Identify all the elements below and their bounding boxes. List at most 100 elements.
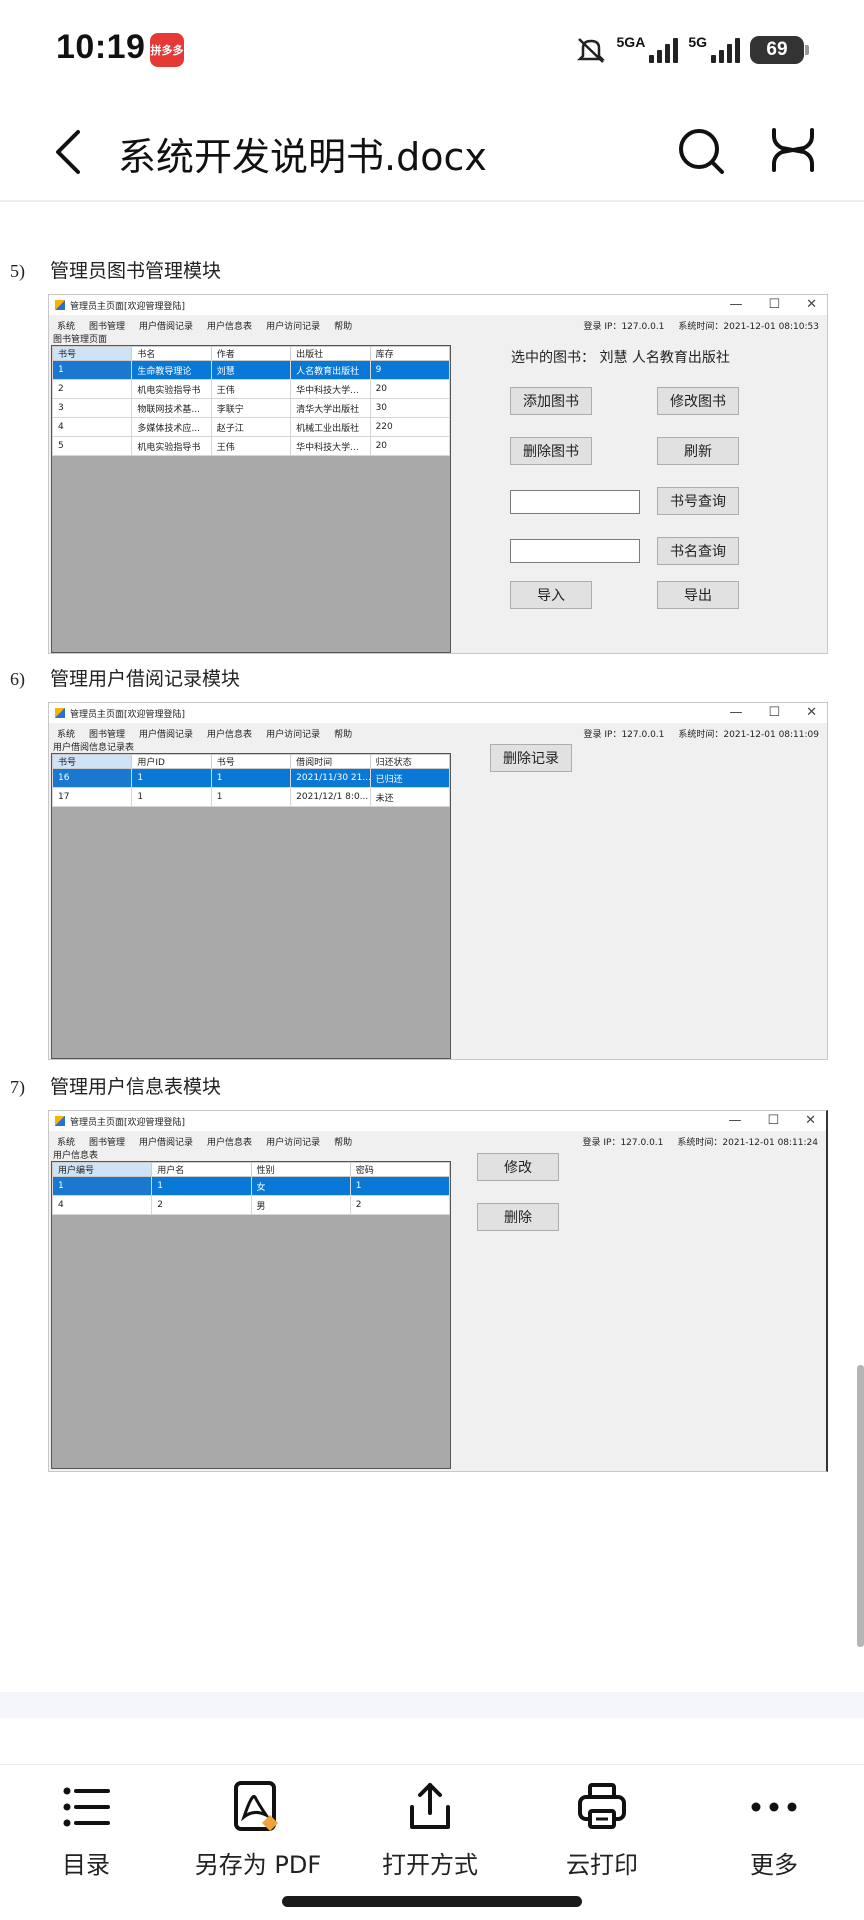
save-as-pdf-button[interactable]: 另存为 PDF	[172, 1765, 344, 1885]
delete-record-button: 删除记录	[490, 744, 572, 772]
table-row: 11女1	[51, 1176, 451, 1196]
section-title: 管理员图书管理模块	[50, 260, 222, 282]
more-dots-icon	[751, 1802, 797, 1812]
page-label: 图书管理页面	[53, 335, 108, 345]
share-icon	[410, 1783, 450, 1829]
menu-item: 系统	[57, 1137, 76, 1148]
book-id-input	[510, 490, 640, 514]
menu-item: 图书管理	[89, 321, 126, 332]
minimize-icon: —	[729, 705, 743, 720]
menu-item: 系统	[57, 321, 76, 332]
open-with-button[interactable]: 打开方式	[344, 1765, 516, 1885]
modify-user-button: 修改	[477, 1153, 559, 1181]
exit-reader-icon[interactable]	[770, 126, 816, 174]
window-controls: — ☐ ✕	[729, 297, 817, 312]
document-scrollbar[interactable]	[857, 1365, 864, 1647]
status-time: 10:19	[56, 28, 146, 66]
menu-item: 用户信息表	[207, 321, 253, 332]
cloud-print-button[interactable]: 云打印	[516, 1765, 688, 1885]
pdf-icon	[234, 1781, 278, 1831]
signal-icon-2	[711, 37, 740, 63]
search-by-id-button: 书号查询	[657, 487, 739, 515]
menu-item: 图书管理	[89, 729, 126, 740]
window-controls: — ☐ ✕	[728, 1113, 816, 1128]
user-info-grid: 用户编号 用户名 性别 密码 11女1 42男2	[51, 1161, 451, 1469]
status-bar: 10:19 拼多多 5GA 5G 69	[0, 0, 864, 100]
status-indicators: 5GA 5G 69	[575, 30, 809, 70]
minimize-icon: —	[729, 297, 743, 312]
system-time: 系统时间：2021-12-01 08:10:53	[678, 321, 819, 332]
delete-book-button: 删除图书	[510, 437, 592, 465]
menu-item: 系统	[57, 729, 76, 740]
window-status-info: 登录 IP：127.0.0.1 系统时间：2021-12-01 08:11:24	[583, 1133, 818, 1149]
window-title: 管理员主页面[欢迎管理登陆]	[70, 1117, 186, 1128]
app-icon	[55, 300, 65, 310]
menu-item: 用户借阅记录	[139, 321, 194, 332]
document-content[interactable]: 5) 管理员图书管理模块 管理员主页面[欢迎管理登陆] — ☐ ✕ 系统 图书管理 用…	[0, 204, 864, 1692]
borrow-records-grid: 书号 用户ID 书号 借阅时间 归还状态 16 1 1 2021/11/30 21... 已归还…	[51, 753, 451, 1059]
menu-item: 帮助	[334, 1137, 353, 1148]
window-status-info: 登录 IP：127.0.0.1 系统时间：2021-12-01 08:10:53	[584, 317, 819, 333]
login-ip: 登录 IP：127.0.0.1	[583, 321, 665, 332]
section-number: 6)	[10, 669, 25, 689]
back-arrow-icon[interactable]	[50, 128, 90, 176]
grid-header-row: 书号 书名 作者 出版社 库存	[51, 346, 451, 361]
book-name-input	[510, 539, 640, 563]
login-ip: 登录 IP：127.0.0.1	[582, 1137, 664, 1148]
section-heading: 5) 管理员图书管理模块	[10, 256, 221, 283]
table-row: 42男2	[51, 1195, 451, 1215]
close-icon: ✕	[806, 297, 817, 312]
network-type-1: 5GA	[616, 34, 646, 50]
book-grid: 书号 书名 作者 出版社 库存 1 生命教导理论 刘慧 人名教育出版社 9 2 机电实验指导书 王伟…	[51, 345, 451, 653]
screenshot-window-borrow-records: 管理员主页面[欢迎管理登陆] — ☐ ✕ 系统 图书管理 用户借阅记录 用户信息表 …	[48, 702, 828, 1060]
table-row: 3 物联网技术基... 李联宁 清华大学出版社 30	[51, 398, 451, 418]
import-button: 导入	[510, 581, 592, 609]
save-as-pdf-label: 另存为 PDF	[194, 1851, 322, 1879]
edit-book-button: 修改图书	[657, 387, 739, 415]
window-title: 管理员主页面[欢迎管理登陆]	[70, 301, 186, 312]
open-with-label: 打开方式	[382, 1851, 478, 1879]
maximize-icon: ☐	[767, 1113, 780, 1128]
search-by-name-button: 书名查询	[657, 537, 739, 565]
cloud-print-label: 云打印	[566, 1851, 638, 1879]
app-icon	[55, 708, 65, 718]
close-icon: ✕	[805, 1113, 816, 1128]
page-label: 用户借阅信息记录表	[53, 743, 135, 753]
printer-icon	[578, 1783, 626, 1829]
system-time: 系统时间：2021-12-01 08:11:24	[677, 1137, 818, 1148]
grid-header-row: 书号 用户ID 书号 借阅时间 归还状态	[51, 754, 451, 769]
menu-item: 帮助	[334, 321, 353, 332]
refresh-button: 刷新	[657, 437, 739, 465]
add-book-button: 添加图书	[510, 387, 592, 415]
more-button[interactable]: 更多	[688, 1765, 860, 1885]
table-row: 2 机电实验指导书 王伟 华中科技大学... 20	[51, 379, 451, 399]
search-icon[interactable]	[676, 124, 726, 178]
export-button: 导出	[657, 581, 739, 609]
table-row: 16 1 1 2021/11/30 21... 已归还	[51, 768, 451, 788]
section-heading: 7) 管理用户信息表模块	[10, 1072, 221, 1099]
table-row: 5 机电实验指导书 王伟 华中科技大学... 20	[51, 436, 451, 456]
page-gap	[0, 1692, 864, 1718]
window-status-info: 登录 IP：127.0.0.1 系统时间：2021-12-01 08:11:09	[584, 725, 819, 741]
page-label: 用户信息表	[53, 1151, 99, 1161]
window-titlebar: 管理员主页面[欢迎管理登陆]	[49, 295, 827, 315]
app-notification-icon: 拼多多	[150, 33, 184, 67]
toc-button[interactable]: 目录	[0, 1765, 172, 1885]
window-titlebar: 管理员主页面[欢迎管理登陆]	[49, 703, 827, 723]
list-icon	[63, 1787, 110, 1827]
menu-item: 图书管理	[89, 1137, 126, 1148]
more-label: 更多	[750, 1851, 798, 1879]
home-indicator[interactable]	[282, 1896, 582, 1907]
menu-item: 用户借阅记录	[139, 729, 194, 740]
menu-item: 用户访问记录	[266, 729, 321, 740]
battery-icon: 69	[750, 36, 809, 64]
menu-item: 用户信息表	[207, 1137, 253, 1148]
section-title: 管理用户信息表模块	[50, 1076, 222, 1098]
login-ip: 登录 IP：127.0.0.1	[583, 729, 665, 740]
menu-item: 用户访问记录	[266, 1137, 321, 1148]
window-controls: — ☐ ✕	[729, 705, 817, 720]
window-title: 管理员主页面[欢迎管理登陆]	[70, 709, 186, 720]
menu-item: 用户访问记录	[266, 321, 321, 332]
window-titlebar: 管理员主页面[欢迎管理登陆]	[49, 1111, 826, 1131]
section-title: 管理用户借阅记录模块	[50, 668, 241, 690]
